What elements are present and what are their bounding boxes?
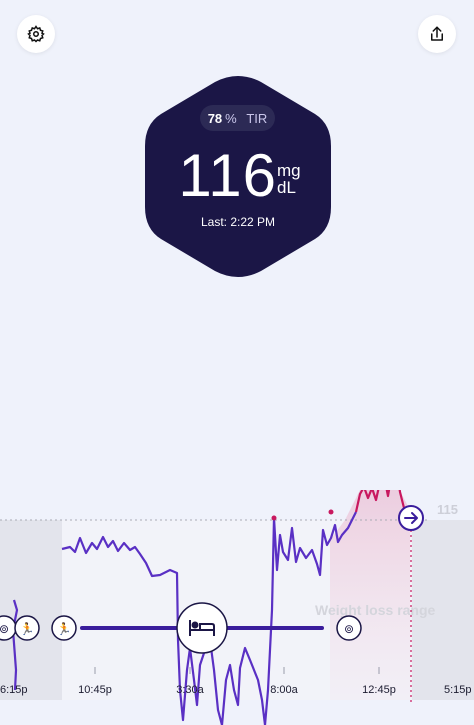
x-tick-label: 8:00a: [270, 684, 298, 696]
share-icon: [431, 26, 443, 41]
x-tick-label: 6:15p: [0, 684, 28, 696]
meal-icon: ⊚: [0, 622, 9, 636]
threshold-label: 115: [437, 502, 458, 517]
tir-label: TIR: [246, 110, 268, 126]
settings-button[interactable]: [17, 15, 55, 53]
glucose-unit-top: mg: [277, 161, 301, 180]
last-reading-time: Last: 2:22 PM: [200, 215, 276, 229]
high-point-marker: [271, 515, 277, 521]
glucose-summary-card: 78% TIR 116 mg dL Last: 2:22 PM: [145, 76, 331, 277]
tir-unit: %: [225, 110, 237, 126]
run-icon: 🏃: [20, 622, 35, 636]
run-event-marker[interactable]: 🏃: [14, 615, 40, 641]
meal-icon: ⊚: [344, 622, 354, 636]
gear-icon: [27, 25, 45, 43]
tir-value: 78: [207, 110, 223, 126]
time-in-range-badge: 78% TIR: [200, 105, 275, 131]
share-button[interactable]: [418, 15, 456, 53]
glucose-unit-bottom: dL: [277, 178, 296, 197]
glucose-chart[interactable]: 115 Weight loss range ⊚ 🏃 🏃 ⊚ 6:15p 10:4…: [0, 490, 474, 725]
meal-event-marker[interactable]: ⊚: [336, 615, 362, 641]
x-tick-label: 12:45p: [362, 684, 396, 696]
glucose-unit: mg dL: [277, 162, 301, 196]
glucose-value: 116: [178, 142, 277, 209]
x-tick-label: 10:45p: [78, 684, 112, 696]
run-icon: 🏃: [57, 622, 72, 636]
sleep-event-marker[interactable]: [176, 602, 228, 654]
run-event-marker[interactable]: 🏃: [51, 615, 77, 641]
current-reading-button[interactable]: [398, 505, 424, 531]
x-tick-label: 3:30a: [176, 684, 204, 696]
high-point-marker: [328, 509, 334, 515]
range-band-label: Weight loss range: [315, 602, 436, 618]
x-tick-label: 5:15p: [444, 684, 472, 696]
